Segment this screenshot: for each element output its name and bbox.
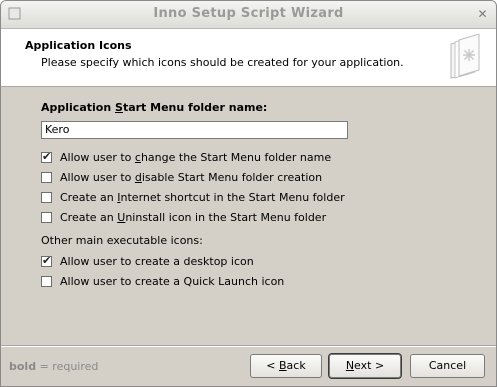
page-subtitle: Please specify which icons should be cre… (41, 56, 404, 69)
checkbox[interactable]: ✔ (41, 254, 52, 267)
check-icon: ✔ (42, 254, 52, 267)
next-button[interactable]: Next > (328, 353, 402, 379)
start-menu-folder-input[interactable]: Kero (41, 121, 348, 139)
cancel-button[interactable]: Cancel (410, 354, 485, 378)
wizard-window: Inno Setup Script Wizard ✕ Application I… (0, 0, 497, 387)
checkbox[interactable]: ✔ (41, 172, 52, 183)
required-legend: bold = required (9, 360, 99, 373)
checkbox[interactable]: ✔ (41, 150, 52, 163)
option-label: Allow user to create a desktop icon (60, 255, 254, 268)
close-icon[interactable]: ✕ (475, 7, 490, 22)
checkbox[interactable]: ✔ (41, 192, 52, 203)
checkbox[interactable]: ✔ (41, 276, 52, 287)
option-label: Allow user to create a Quick Launch icon (60, 275, 285, 288)
back-button[interactable]: < Back (250, 354, 322, 378)
option-label: Create an Internet shortcut in the Start… (60, 191, 345, 204)
option-label: Allow user to change the Start Menu fold… (60, 151, 332, 164)
start-menu-folder-label: Application Start Menu folder name: (41, 101, 268, 114)
wizard-header: Application Icons Please specify which i… (1, 29, 496, 87)
option-label: Create an Uninstall icon in the Start Me… (60, 211, 327, 224)
footer-divider (1, 345, 496, 347)
window-title: Inno Setup Script Wizard (153, 6, 344, 21)
title-bar[interactable]: Inno Setup Script Wizard ✕ (1, 1, 496, 29)
other-icons-label: Other main executable icons: (41, 234, 203, 247)
checkbox[interactable]: ✔ (41, 212, 52, 223)
check-icon: ✔ (42, 150, 52, 163)
book-icon (450, 34, 480, 79)
page-title: Application Icons (25, 39, 132, 52)
option-label: Allow user to disable Start Menu folder … (60, 171, 323, 184)
